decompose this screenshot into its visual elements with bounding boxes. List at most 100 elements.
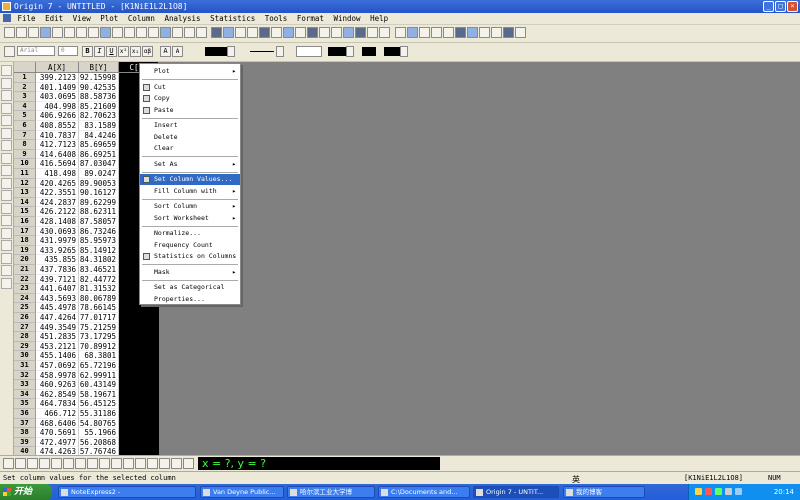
tool-button[interactable] (1, 202, 12, 214)
tool-button[interactable] (1, 277, 12, 289)
row-number[interactable]: 21 (14, 265, 36, 275)
decrease-font-button[interactable]: A (172, 46, 183, 57)
cell-b[interactable]: 89.90053 (79, 178, 119, 189)
taskbar-item[interactable]: C:\Documents and... (378, 486, 470, 498)
graph-tool-button[interactable] (3, 458, 14, 469)
toolbar-button[interactable] (295, 27, 306, 38)
cell-c[interactable] (119, 370, 159, 381)
tool-button[interactable] (1, 77, 12, 89)
tray-icon[interactable] (725, 488, 732, 495)
tool-button[interactable] (1, 140, 12, 151)
menu-item-set-column-values[interactable]: Set Column Values... (140, 174, 240, 185)
cell-b[interactable]: 70.89912 (79, 341, 119, 352)
cell-b[interactable]: 60.43149 (79, 380, 119, 390)
row-number[interactable]: 12 (14, 178, 36, 189)
cell-a[interactable]: 426.2122 (36, 207, 79, 217)
toolbar-button[interactable] (395, 27, 406, 38)
toolbar-button[interactable] (379, 27, 390, 38)
pattern-swatch[interactable] (384, 47, 400, 56)
row-number[interactable]: 32 (14, 370, 36, 381)
start-button[interactable]: 开始 (0, 484, 52, 500)
graph-tool-button[interactable] (123, 458, 134, 469)
row-number[interactable]: 33 (14, 380, 36, 390)
cell-a[interactable]: 472.4977 (36, 437, 79, 448)
cell-c[interactable] (119, 428, 159, 438)
row-number[interactable]: 7 (14, 130, 36, 141)
cell-b[interactable]: 84.4246 (79, 130, 119, 141)
toolbar-button[interactable] (223, 27, 234, 38)
cell-a[interactable]: 424.2837 (36, 197, 79, 208)
cell-a[interactable]: 408.8552 (36, 121, 79, 131)
cell-c[interactable] (119, 389, 159, 400)
graph-tool-button[interactable] (87, 458, 98, 469)
graph-tool-button[interactable] (51, 458, 62, 469)
cell-a[interactable]: 430.0693 (36, 226, 79, 237)
cell-a[interactable]: 451.2835 (36, 332, 79, 342)
cell-b[interactable]: 82.70623 (79, 111, 119, 121)
toolbar-button[interactable] (112, 27, 123, 38)
tool-button[interactable] (1, 65, 12, 76)
cell-b[interactable]: 55.1966 (79, 428, 119, 438)
row-number[interactable]: 5 (14, 111, 36, 121)
tool-button[interactable] (1, 177, 12, 189)
cell-a[interactable]: 420.4265 (36, 178, 79, 189)
graph-tool-button[interactable] (99, 458, 110, 469)
toolbar-button[interactable] (64, 27, 75, 38)
menu-item-statistics-on-columns[interactable]: Statistics on Columns (140, 251, 240, 262)
taskbar-item[interactable]: Van Deyne Public... (200, 486, 284, 498)
cell-a[interactable]: 412.7123 (36, 140, 79, 150)
tray-icon[interactable] (715, 488, 722, 495)
toolbar-button[interactable] (355, 27, 366, 38)
tool-button[interactable] (1, 152, 12, 164)
tray-icon[interactable] (735, 488, 742, 495)
toolbar-button[interactable] (343, 27, 354, 38)
toolbar-button[interactable] (160, 27, 171, 38)
cell-a[interactable]: 470.5691 (36, 428, 79, 438)
cell-a[interactable]: 439.7121 (36, 274, 79, 285)
cell-b[interactable]: 92.15998 (79, 73, 119, 83)
bold-button[interactable]: B (82, 46, 93, 57)
italic-button[interactable]: I (94, 46, 105, 57)
cell-b[interactable]: 86.73246 (79, 226, 119, 237)
column-header-b[interactable]: B[Y] (79, 62, 119, 73)
tool-button[interactable] (1, 127, 12, 139)
graph-tool-button[interactable] (75, 458, 86, 469)
cell-b[interactable]: 56.20868 (79, 437, 119, 448)
row-number[interactable]: 27 (14, 322, 36, 333)
toolbar-button[interactable] (28, 27, 39, 38)
cell-b[interactable]: 87.03047 (79, 159, 119, 169)
font-color-dropdown[interactable] (227, 46, 235, 57)
menu-format[interactable]: Format (297, 13, 324, 25)
cell-c[interactable] (119, 361, 159, 371)
row-number[interactable]: 24 (14, 293, 36, 304)
menu-analysis[interactable]: Analysis (164, 13, 200, 25)
menu-statistics[interactable]: Statistics (210, 13, 255, 25)
tool-button[interactable] (1, 165, 12, 176)
menu-item-delete[interactable]: Delete (140, 132, 240, 143)
toolbar-button[interactable] (100, 27, 111, 38)
row-number[interactable]: 30 (14, 351, 36, 361)
row-number[interactable]: 17 (14, 226, 36, 237)
menu-edit[interactable]: Edit (45, 13, 63, 25)
font-select[interactable]: Arial (17, 46, 55, 56)
cell-b[interactable]: 77.01717 (79, 313, 119, 323)
toolbar-button[interactable] (367, 27, 378, 38)
graph-tool-button[interactable] (147, 458, 158, 469)
cell-a[interactable]: 414.6408 (36, 149, 79, 160)
graph-tool-button[interactable] (135, 458, 146, 469)
menu-item-set-as[interactable]: Set As ▸ (140, 159, 240, 170)
menu-item-clear[interactable]: Clear (140, 143, 240, 154)
menu-item-sort-worksheet[interactable]: Sort Worksheet ▸ (140, 213, 240, 224)
cell-a[interactable]: 435.855 (36, 255, 79, 265)
underline-button[interactable]: U (106, 46, 117, 57)
cell-a[interactable]: 406.9266 (36, 111, 79, 121)
cell-c[interactable] (119, 380, 159, 390)
row-number[interactable]: 19 (14, 245, 36, 256)
menu-item-normalize[interactable]: Normalize... (140, 228, 240, 239)
toolbar-button[interactable] (235, 27, 246, 38)
toolbar-button[interactable] (40, 27, 51, 38)
cell-b[interactable]: 54.80765 (79, 418, 119, 429)
cell-b[interactable]: 89.0247 (79, 169, 119, 179)
menu-item-copy[interactable]: Copy (140, 93, 240, 104)
toolbar-button[interactable] (88, 27, 99, 38)
